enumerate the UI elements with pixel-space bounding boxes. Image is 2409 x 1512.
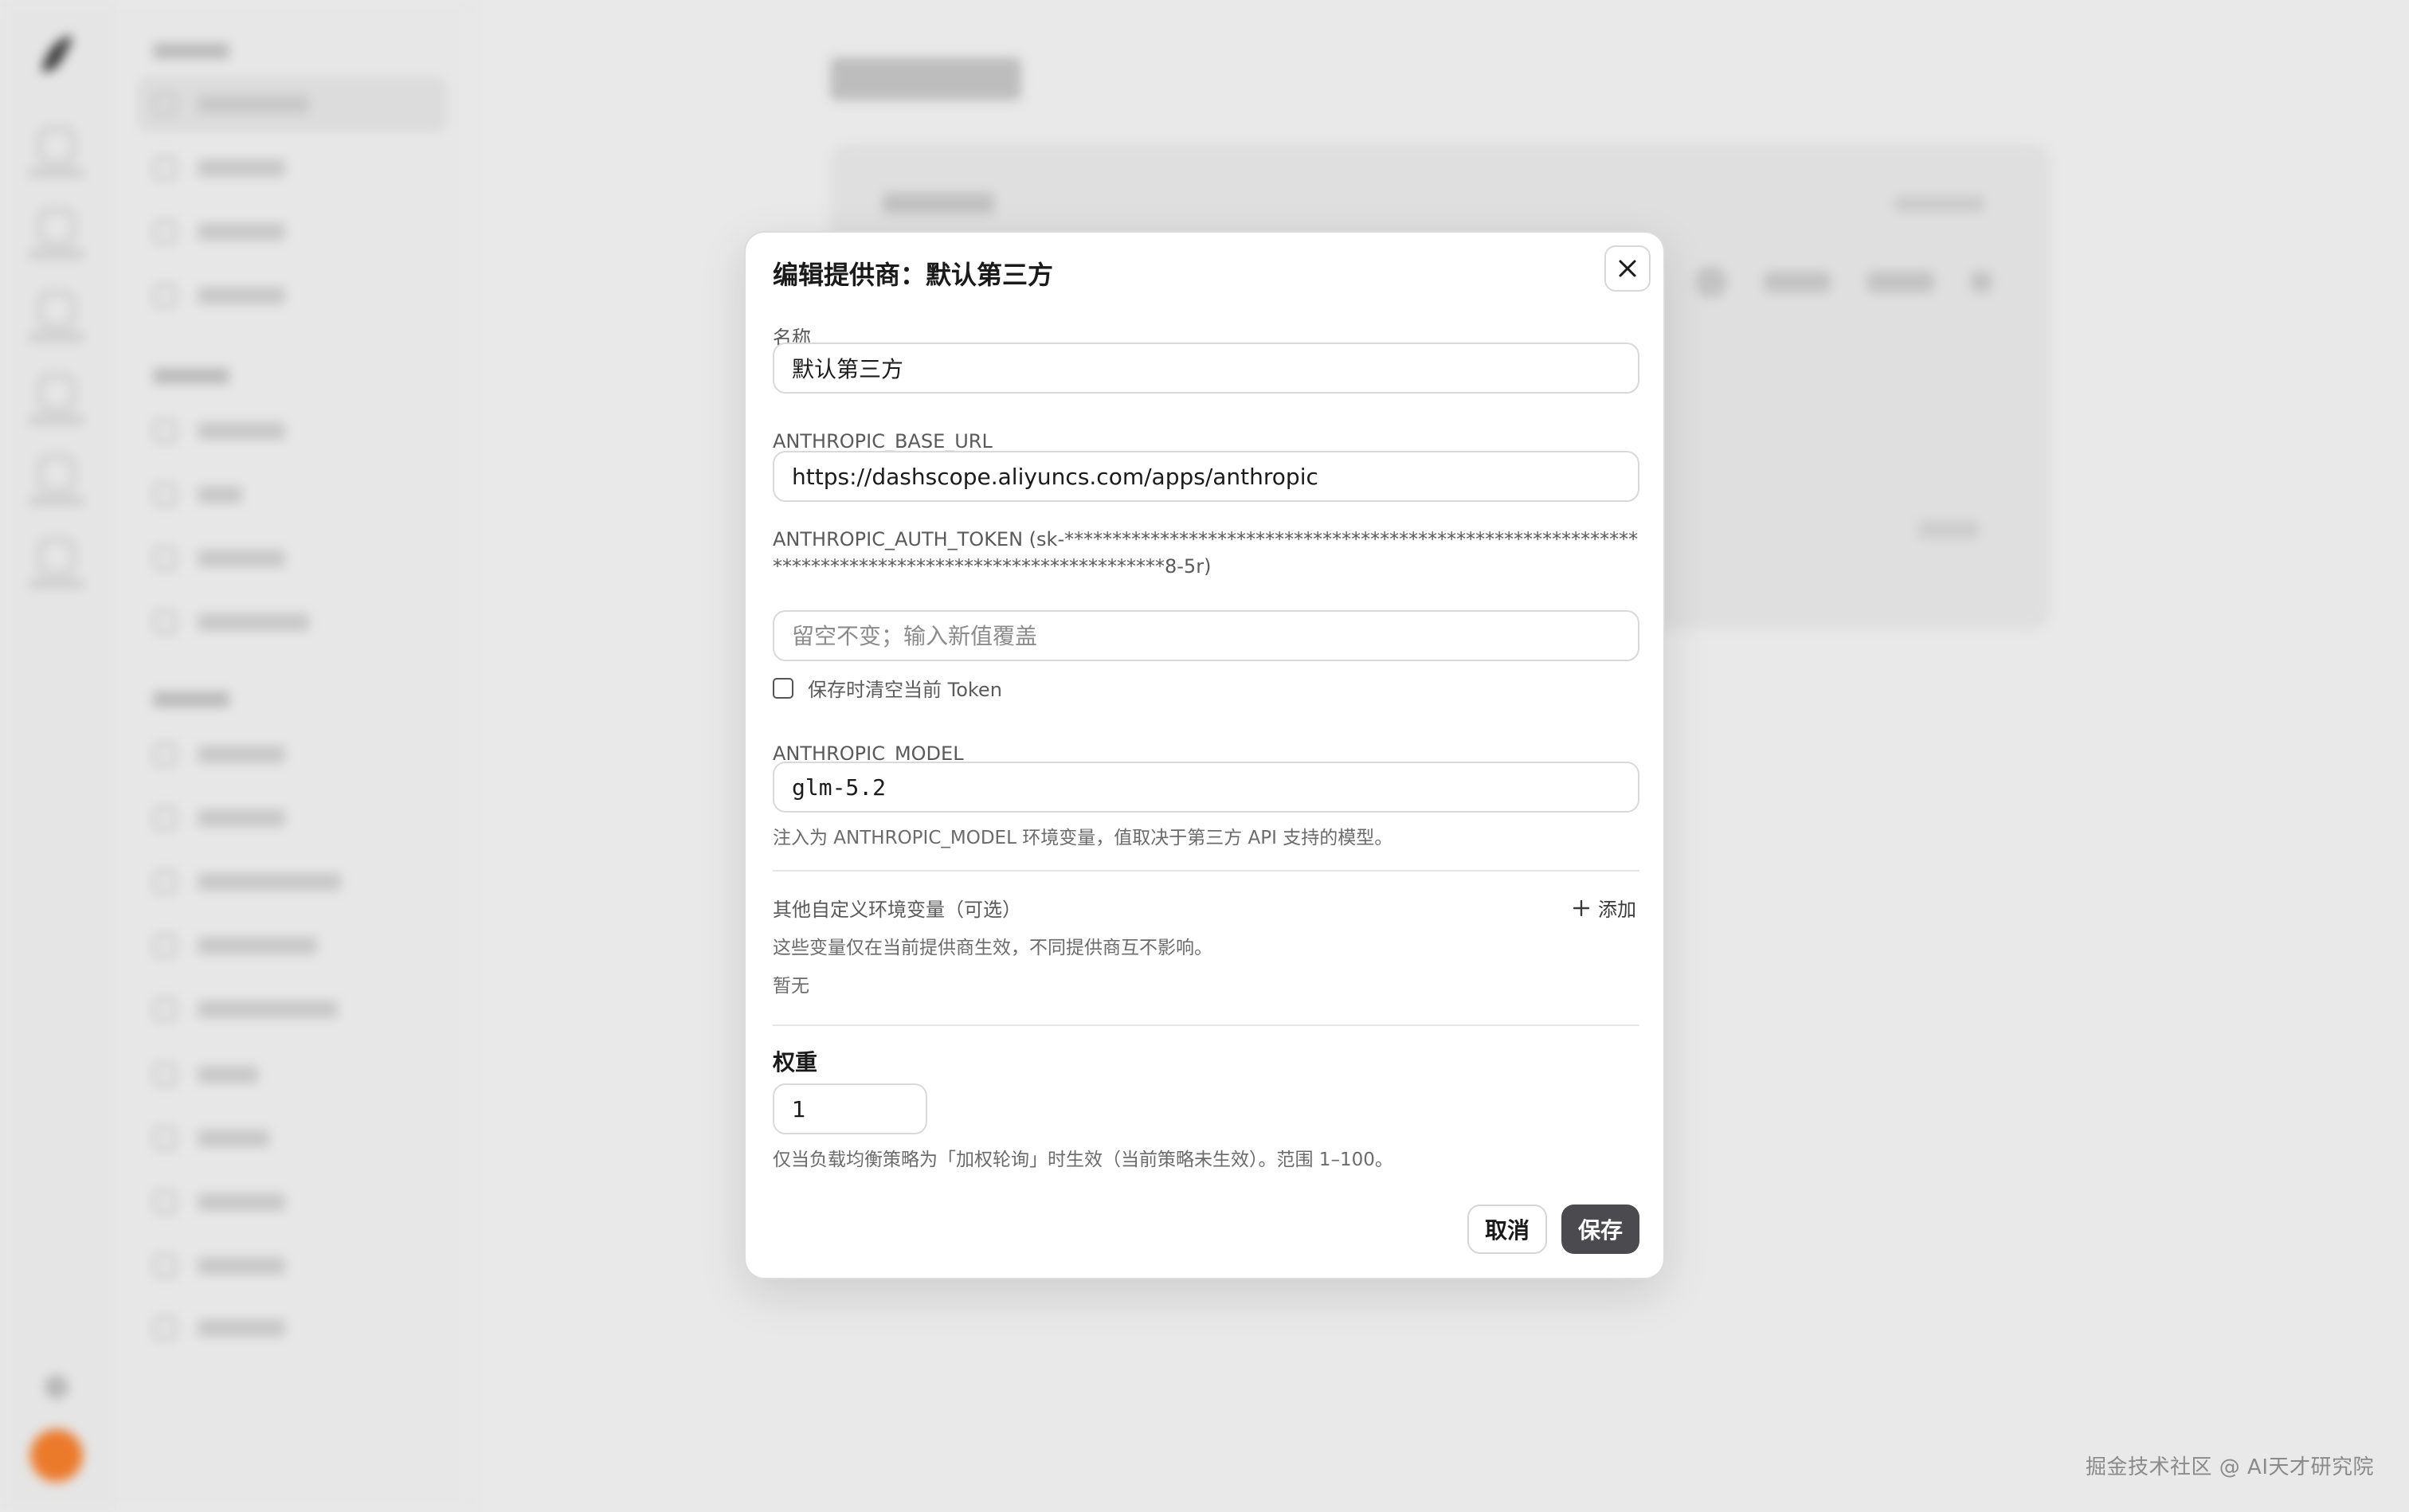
- base-url-input[interactable]: [773, 451, 1639, 502]
- provider-row-actions: [1695, 266, 1992, 298]
- cancel-button[interactable]: 取消: [1467, 1205, 1547, 1254]
- sidebar-item[interactable]: [153, 1316, 285, 1340]
- rail-label: [29, 416, 84, 424]
- copy-button[interactable]: [1867, 272, 1934, 292]
- sidebar-item[interactable]: [153, 997, 338, 1021]
- sidebar-item[interactable]: [153, 870, 341, 894]
- model-hint: 注入为 ANTHROPIC_MODEL 环境变量，值取决于第三方 API 支持的…: [773, 828, 1393, 848]
- avatar[interactable]: [30, 1429, 83, 1482]
- sidebar-item[interactable]: [153, 1063, 258, 1087]
- sidebar-item[interactable]: [153, 806, 285, 830]
- sidebar-section-title: [153, 368, 229, 384]
- edit-provider-dialog: 编辑提供商：默认第三方 名称 ANTHROPIC_BASE_URL ANTHRO…: [744, 231, 1665, 1279]
- rail-label: [29, 580, 84, 588]
- sidebar-item[interactable]: [153, 220, 285, 244]
- divider: [773, 870, 1639, 872]
- save-button[interactable]: 保存: [1561, 1205, 1639, 1254]
- auth-token-label: ANTHROPIC_AUTH_TOKEN (sk-***************…: [773, 528, 1639, 578]
- rail-link-icon[interactable]: [38, 456, 75, 492]
- app-logo-icon: [41, 35, 72, 72]
- rail-label: [29, 333, 84, 341]
- sidebar-section-title: [153, 691, 229, 707]
- sidebar-item[interactable]: [153, 546, 285, 570]
- rail-label: [29, 169, 84, 177]
- icon-rail: [0, 0, 115, 1512]
- sidebar-section-title: [153, 43, 229, 59]
- row-action[interactable]: [1918, 521, 1979, 539]
- weight-hint: 仅当负载均衡策略为「加权轮询」时生效（当前策略未生效）。范围 1–100。: [773, 1150, 1393, 1170]
- sidebar-item[interactable]: [153, 934, 317, 958]
- sidebar-item[interactable]: [153, 1190, 285, 1214]
- settings-sidebar: [113, 0, 472, 1512]
- sidebar-item[interactable]: [153, 419, 285, 443]
- edit-button[interactable]: [1764, 272, 1831, 292]
- base-url-label: ANTHROPIC_BASE_URL: [773, 430, 993, 452]
- sidebar-item[interactable]: [153, 1126, 269, 1150]
- clear-token-label: 保存时清空当前 Token: [808, 679, 1002, 701]
- page-title: [830, 57, 1021, 100]
- rail-user-icon[interactable]: [38, 539, 75, 575]
- panel-count: [1894, 196, 1984, 212]
- rail-note-icon[interactable]: [38, 374, 75, 411]
- custom-env-hint: 这些变量仅在当前提供商生效，不同提供商互不影响。: [773, 938, 1212, 958]
- sidebar-item[interactable]: [153, 284, 285, 307]
- plus-icon: [1573, 899, 1590, 916]
- close-icon: [1619, 260, 1636, 277]
- custom-env-empty: 暂无: [773, 976, 809, 997]
- settings-gear-icon[interactable]: [45, 1375, 69, 1399]
- rail-edit-icon[interactable]: [38, 209, 75, 245]
- rail-chat-icon[interactable]: [38, 127, 75, 164]
- sidebar-item[interactable]: [153, 92, 309, 116]
- divider: [773, 1024, 1639, 1026]
- dialog-title: 编辑提供商：默认第三方: [773, 260, 1054, 290]
- model-input[interactable]: [773, 762, 1639, 813]
- close-button[interactable]: [1604, 245, 1651, 292]
- weight-title: 权重: [773, 1049, 818, 1075]
- clear-token-option[interactable]: 保存时清空当前 Token: [773, 674, 1002, 702]
- clear-token-checkbox[interactable]: [773, 677, 793, 699]
- sidebar-item[interactable]: [153, 742, 285, 766]
- rail-label: [29, 250, 84, 258]
- sidebar-item[interactable]: [153, 483, 242, 507]
- auth-token-input[interactable]: [773, 610, 1639, 661]
- panel-heading: [883, 193, 994, 213]
- add-env-button[interactable]: 添加: [1573, 894, 1636, 922]
- rail-label: [29, 497, 84, 505]
- rail-history-icon[interactable]: [38, 292, 75, 328]
- toggle-icon[interactable]: [1695, 266, 1727, 298]
- delete-icon[interactable]: [1971, 272, 1992, 292]
- name-input[interactable]: [773, 343, 1639, 394]
- custom-env-title: 其他自定义环境变量（可选）: [773, 899, 1021, 921]
- sidebar-item[interactable]: [153, 156, 285, 180]
- weight-input[interactable]: [773, 1083, 927, 1134]
- sidebar-item[interactable]: [153, 610, 309, 634]
- sidebar-item[interactable]: [153, 1254, 285, 1278]
- add-env-label: 添加: [1598, 899, 1636, 921]
- watermark: 掘金技术社区 @ AI天才研究院: [2086, 1455, 2374, 1479]
